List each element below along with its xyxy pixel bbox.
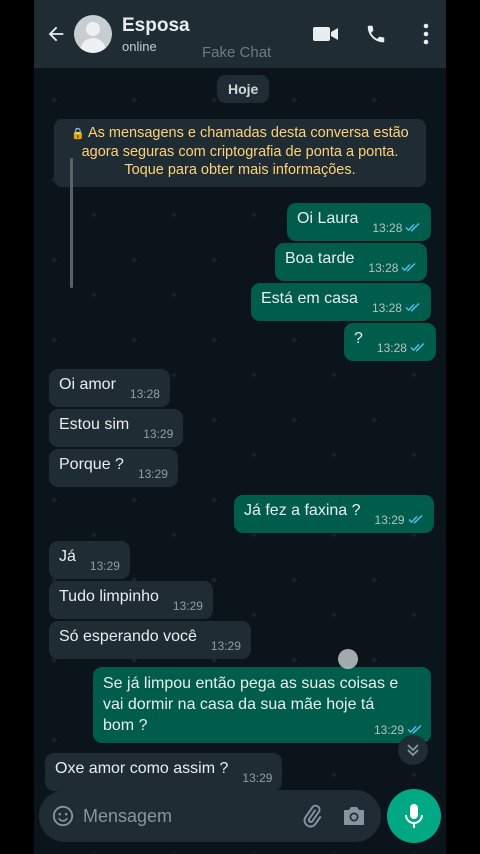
- chat-screen: Esposa online Fake Chat Hoje 🔒 As mensage…: [34, 0, 446, 854]
- message-time: 13:29: [89, 559, 120, 573]
- message-text: Estou sim: [59, 416, 130, 433]
- message-text: Oi Laura: [297, 210, 359, 227]
- more-vertical-icon[interactable]: [412, 18, 440, 50]
- contact-name: Esposa: [122, 14, 190, 36]
- outgoing-message[interactable]: Se já limpou então pega as suas coisas e…: [93, 667, 431, 743]
- message-time: 13:29: [172, 599, 203, 613]
- incoming-message[interactable]: Estou sim 13:29: [49, 409, 184, 447]
- contact-status: online: [122, 38, 157, 54]
- incoming-message[interactable]: Já 13:29: [49, 541, 130, 579]
- message-text: Só esperando você: [59, 628, 197, 645]
- avatar[interactable]: [74, 15, 112, 53]
- contact-info[interactable]: Esposa online: [122, 15, 190, 54]
- outgoing-message[interactable]: Oi Laura 13:28: [287, 203, 432, 241]
- message-time: 13:29: [374, 513, 405, 527]
- chevron-double-down-icon[interactable]: [398, 735, 428, 765]
- outgoing-message[interactable]: Está em casa 13:28: [251, 283, 431, 321]
- message-text: Boa tarde: [285, 250, 355, 267]
- touch-indicator: [338, 649, 358, 669]
- read-receipt-icon: [405, 219, 421, 237]
- camera-icon[interactable]: [339, 801, 369, 831]
- encryption-notice[interactable]: 🔒 As mensagens e chamadas desta conversa …: [54, 119, 426, 187]
- message-text: Já: [59, 548, 76, 565]
- outgoing-message[interactable]: ? 13:28: [344, 323, 436, 361]
- message-text: Tudo limpinho: [59, 588, 159, 605]
- microphone-icon[interactable]: [387, 789, 441, 843]
- message-text: Oi amor: [59, 376, 116, 393]
- watermark: Fake Chat: [202, 44, 272, 61]
- message-text: Está em casa: [261, 290, 358, 307]
- incoming-message[interactable]: Oi amor 13:28: [49, 369, 170, 407]
- message-input[interactable]: Mensagem: [83, 806, 297, 827]
- message-time: 13:28: [129, 387, 160, 401]
- message-text: Já fez a faxina ?: [244, 502, 361, 519]
- phone-icon[interactable]: [362, 18, 390, 50]
- message-time: 13:28: [368, 261, 399, 275]
- emoji-icon[interactable]: [51, 804, 75, 828]
- incoming-message[interactable]: Só esperando você 13:29: [49, 621, 251, 659]
- date-chip: Hoje: [217, 75, 270, 103]
- incoming-message[interactable]: Tudo limpinho 13:29: [49, 581, 213, 619]
- read-receipt-icon: [410, 339, 426, 357]
- read-receipt-icon: [401, 259, 417, 277]
- back-arrow-icon[interactable]: [38, 16, 74, 52]
- message-time: 13:29: [143, 427, 174, 441]
- message-time: 13:28: [376, 341, 407, 355]
- outgoing-message[interactable]: Já fez a faxina ? 13:29: [234, 495, 434, 533]
- message-time: 13:29: [137, 467, 168, 481]
- message-time: 13:28: [371, 301, 402, 315]
- message-time: 13:29: [373, 723, 404, 737]
- encryption-text: As mensagens e chamadas desta conversa e…: [81, 125, 409, 178]
- message-time: 13:29: [210, 639, 241, 653]
- message-time: 13:29: [242, 771, 273, 785]
- paperclip-icon[interactable]: [297, 801, 327, 831]
- message-text: Porque ?: [59, 456, 124, 473]
- incoming-message[interactable]: Oxe amor como assim ? 13:29: [45, 753, 283, 791]
- message-text: Se já limpou então pega as suas coisas e…: [103, 675, 399, 734]
- scrollbar[interactable]: [70, 158, 73, 288]
- video-call-icon[interactable]: [312, 18, 340, 50]
- message-text: ?: [354, 330, 363, 347]
- message-composer: Mensagem: [39, 790, 381, 842]
- message-text: Oxe amor como assim ?: [55, 760, 229, 777]
- outgoing-message[interactable]: Boa tarde 13:28: [275, 243, 428, 281]
- read-receipt-icon: [408, 511, 424, 529]
- lock-icon: 🔒: [71, 128, 85, 140]
- message-time: 13:28: [372, 221, 403, 235]
- incoming-message[interactable]: Porque ? 13:29: [49, 449, 178, 487]
- read-receipt-icon: [405, 299, 421, 317]
